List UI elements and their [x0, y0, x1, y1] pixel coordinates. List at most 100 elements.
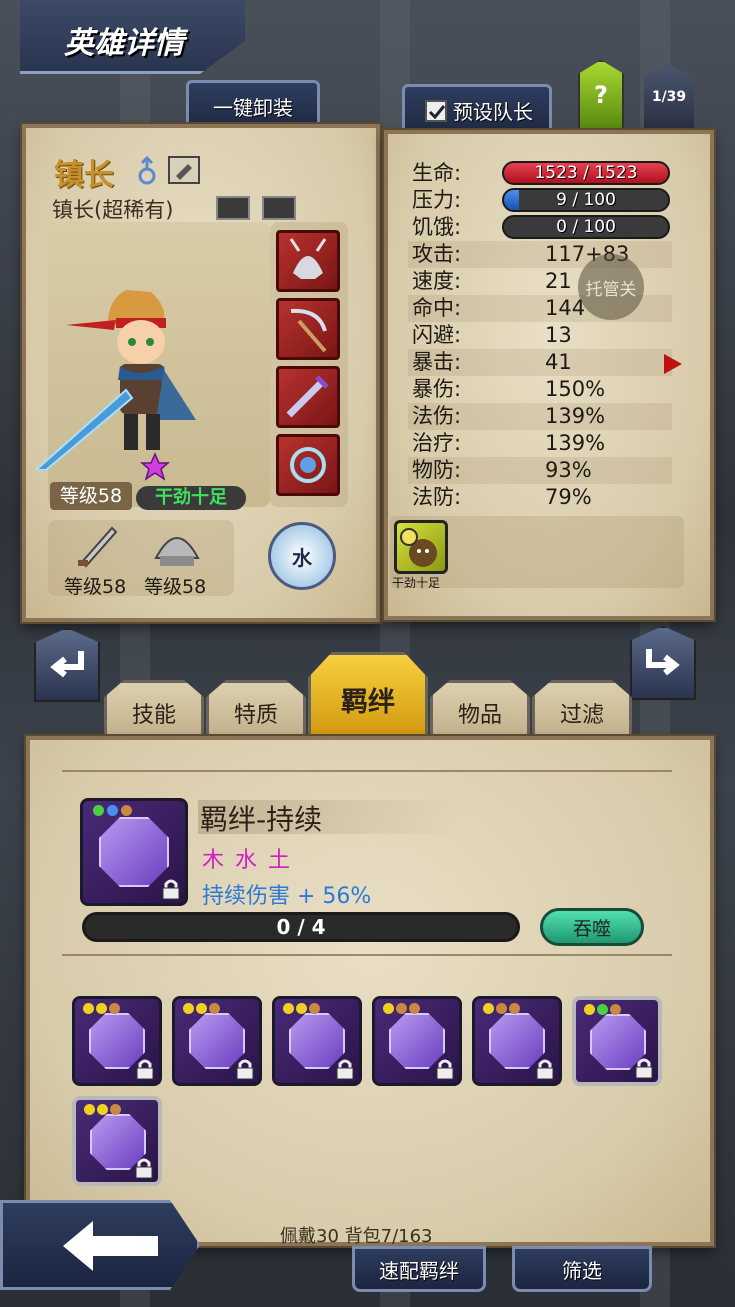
lock-icon: [336, 1059, 354, 1080]
checkbox-checked[interactable]: [425, 99, 447, 122]
lock-icon: [135, 1158, 153, 1179]
tab-filter[interactable]: 过滤: [532, 680, 632, 738]
back-button[interactable]: [0, 1200, 200, 1290]
preset-captain-button[interactable]: 预设队长: [402, 84, 552, 134]
stat-value: 150%: [545, 377, 606, 401]
hp-label: 生命:: [412, 161, 462, 185]
check-icon: [428, 104, 446, 119]
element-dot: [183, 1003, 194, 1014]
bond-gem-item[interactable]: [72, 996, 162, 1086]
devour-button[interactable]: 吞噬: [540, 908, 644, 946]
hero-name: 镇长: [54, 158, 114, 193]
stat-value: 144: [545, 296, 586, 320]
tab-bonds[interactable]: 羁绊: [308, 652, 428, 738]
element-dot: [509, 1003, 520, 1014]
tab-items[interactable]: 物品: [430, 680, 530, 738]
rename-button[interactable]: [168, 156, 200, 184]
element-dot: [483, 1003, 494, 1014]
trait-energetic-icon[interactable]: [394, 520, 448, 574]
hero-class-line: 镇长(超稀有): [52, 198, 174, 222]
edit-pencil-icon: [176, 164, 192, 180]
element-dot: [409, 1003, 420, 1014]
bond-progress-bar: 0 / 4: [82, 912, 520, 942]
stat-label: 治疗:: [412, 431, 462, 455]
bond-gem-item[interactable]: [372, 996, 462, 1086]
armor-level: 等级58: [144, 576, 207, 598]
swap-skin-icon[interactable]: [262, 196, 296, 220]
stat-value: 139%: [545, 431, 606, 455]
orb-icon: [290, 447, 326, 483]
lock-icon: [236, 1059, 254, 1080]
lock-icon: [162, 879, 180, 900]
equip-slot-scythe[interactable]: [276, 298, 340, 360]
bond-effect: 持续伤害 + 56%: [202, 884, 372, 909]
element-dot: [109, 1003, 120, 1014]
stat-value: 41: [545, 350, 572, 374]
dot-water: [107, 805, 118, 816]
stat-label: 法防:: [412, 485, 462, 509]
element-dot: [396, 1003, 407, 1014]
element-water-icon[interactable]: 水: [268, 522, 336, 590]
lock-icon: [536, 1059, 554, 1080]
dot-wood: [93, 805, 104, 816]
auto-battle-toggle[interactable]: 托管关: [578, 254, 644, 320]
preset-captain-label: 预设队长: [453, 100, 533, 124]
element-dot: [383, 1003, 394, 1014]
element-dot: [496, 1003, 507, 1014]
tab-traits[interactable]: 特质: [206, 680, 306, 738]
equip-slot-helmet[interactable]: [276, 230, 340, 292]
prev-hero-button[interactable]: [34, 628, 100, 702]
help-button[interactable]: ?: [578, 60, 624, 130]
stat-value: 21: [545, 269, 572, 293]
stat-value: 79%: [545, 485, 592, 509]
element-dot: [196, 1003, 207, 1014]
tab-skills[interactable]: 技能: [104, 680, 204, 738]
next-hero-button[interactable]: [630, 626, 696, 700]
bond-progress-value: 0 / 4: [276, 915, 326, 939]
helmet-icon: [289, 238, 327, 279]
equip-slot-sword[interactable]: [276, 366, 340, 428]
stat-label: 命中:: [412, 296, 462, 320]
unequip-all-button[interactable]: 一键卸装: [186, 80, 320, 130]
element-dot: [584, 1004, 595, 1015]
element-dot: [610, 1004, 621, 1015]
bond-gem-item[interactable]: [172, 996, 262, 1086]
element-dot: [96, 1003, 107, 1014]
element-dot: [597, 1004, 608, 1015]
arrow-return-right-icon: [646, 649, 680, 676]
bond-gem-item[interactable]: [272, 996, 362, 1086]
hero-level-badge: 等级58: [50, 482, 132, 510]
star-icon: [140, 452, 170, 481]
trait-icon-label: 干劲十足: [392, 576, 441, 590]
stat-value: 139%: [545, 404, 606, 428]
stat-label: 物防:: [412, 458, 462, 482]
scythe-icon: [290, 308, 327, 353]
element-dot: [309, 1003, 320, 1014]
gem-icon: [99, 817, 169, 887]
bond-gem-item[interactable]: [572, 996, 662, 1086]
element-dot: [283, 1003, 294, 1014]
quick-bond-button[interactable]: 速配羁绊: [352, 1246, 486, 1292]
bond-gem-item[interactable]: [72, 1096, 162, 1186]
element-label: 水: [292, 545, 312, 570]
arrow-right-icon[interactable]: [662, 352, 684, 376]
bond-detail-gem: [80, 798, 188, 906]
hero-index-indicator: 1/39: [644, 64, 694, 130]
hero-trait-badge: 干劲十足: [136, 486, 246, 510]
bond-title: 羁绊-持续: [200, 803, 323, 836]
armor-helmet-icon[interactable]: [150, 522, 204, 572]
hunger-bar: 0 / 100: [502, 215, 670, 239]
element-dot: [296, 1003, 307, 1014]
weapon-icon[interactable]: [72, 522, 122, 572]
equip-slot-orb[interactable]: [276, 434, 340, 496]
sprout-face-icon: [400, 528, 437, 567]
swap-class-icon[interactable]: [216, 196, 250, 220]
filter-button[interactable]: 筛选: [512, 1246, 652, 1292]
stat-label: 暴伤:: [412, 377, 462, 401]
bond-gem-item[interactable]: [472, 996, 562, 1086]
inventory-status: 佩戴30 背包7/163: [280, 1226, 433, 1247]
stat-label: 暴击:: [412, 350, 462, 374]
hp-bar: 1523 / 1523: [502, 161, 670, 185]
male-gender-icon: [138, 156, 156, 185]
stat-value: 93%: [545, 458, 592, 482]
